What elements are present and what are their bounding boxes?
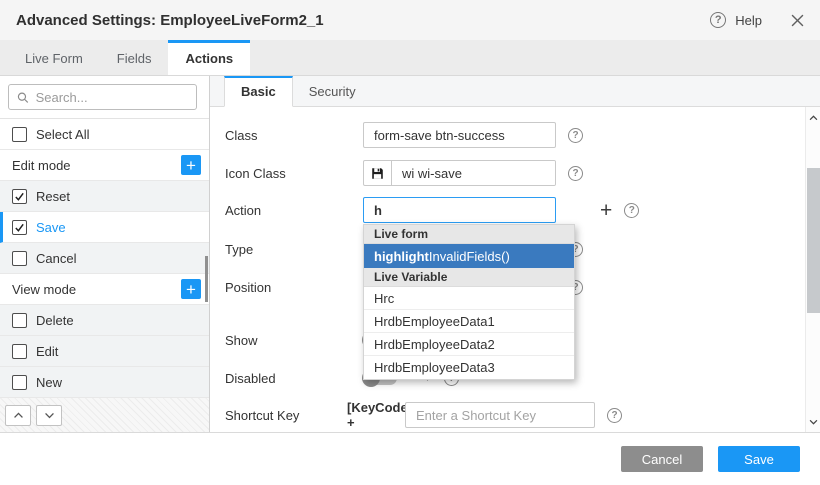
edit-mode-label: Edit mode xyxy=(12,158,71,173)
icon-class-help-icon[interactable] xyxy=(568,166,583,181)
sidebar-item-save[interactable]: Save xyxy=(0,212,209,243)
sidebar-item-cancel[interactable]: Cancel xyxy=(0,243,209,274)
basic-tab-content: Class Icon Class Action xyxy=(210,107,820,432)
class-label: Class xyxy=(225,128,363,143)
delete-checkbox[interactable] xyxy=(12,313,27,328)
action-help-icon[interactable] xyxy=(624,203,639,218)
sidebar-item-edit[interactable]: Edit xyxy=(0,336,209,367)
group-header-edit-mode: Edit mode xyxy=(0,150,209,181)
save-label: Save xyxy=(36,220,66,235)
add-view-action-button[interactable] xyxy=(181,279,201,299)
keycode-prefix: [KeyCode] + xyxy=(347,400,405,430)
edit-label: Edit xyxy=(36,344,58,359)
icon-class-group xyxy=(363,160,556,186)
view-mode-label: View mode xyxy=(12,282,76,297)
main-tabs: Live Form Fields Actions xyxy=(0,40,820,76)
scrollbar-thumb[interactable] xyxy=(807,168,820,313)
field-row-class: Class xyxy=(225,122,583,148)
dropdown-option-hrdbemployeedata1[interactable]: HrdbEmployeeData1 xyxy=(364,310,574,333)
help-icon[interactable] xyxy=(710,12,726,28)
sidebar-scrollbar-thumb[interactable] xyxy=(205,256,208,302)
tab-fields[interactable]: Fields xyxy=(100,40,169,75)
save-checkbox[interactable] xyxy=(12,220,27,235)
cancel-label: Cancel xyxy=(36,251,76,266)
reset-checkbox[interactable] xyxy=(12,189,27,204)
disabled-label: Disabled xyxy=(225,371,363,386)
dropdown-group-live-variable: Live Variable xyxy=(364,268,574,287)
move-down-button[interactable] xyxy=(36,405,62,426)
save-button[interactable]: Save xyxy=(718,446,800,472)
close-icon[interactable] xyxy=(791,14,804,27)
action-input[interactable] xyxy=(363,197,556,223)
panel-tabs: Basic Security xyxy=(210,76,820,107)
scroll-down-icon[interactable] xyxy=(806,414,820,429)
reset-label: Reset xyxy=(36,189,70,204)
search-input[interactable] xyxy=(36,90,188,105)
sidebar-item-new[interactable]: New xyxy=(0,367,209,398)
shortcut-key-label: Shortcut Key xyxy=(225,408,355,423)
actions-sidebar: Select All Edit mode Reset Save xyxy=(0,76,210,432)
dropdown-option-hrdbemployeedata3[interactable]: HrdbEmployeeData3 xyxy=(364,356,574,379)
scroll-up-icon[interactable] xyxy=(806,110,820,125)
select-all-label: Select All xyxy=(36,127,89,142)
group-header-view-mode: View mode xyxy=(0,274,209,305)
select-all-row[interactable]: Select All xyxy=(0,119,209,150)
move-up-button[interactable] xyxy=(5,405,31,426)
select-all-checkbox[interactable] xyxy=(12,127,27,142)
chevron-down-icon xyxy=(44,412,55,419)
dropdown-option-hrdbemployeedata2[interactable]: HrdbEmployeeData2 xyxy=(364,333,574,356)
field-row-icon-class: Icon Class xyxy=(225,160,583,186)
field-row-action: Action xyxy=(225,197,639,223)
icon-class-input[interactable] xyxy=(392,161,555,185)
class-input[interactable] xyxy=(363,122,556,148)
sidebar-reorder-bar xyxy=(0,398,209,432)
panel-scrollbar[interactable] xyxy=(805,107,820,432)
settings-panel: Basic Security Class Icon Class xyxy=(210,76,820,432)
sidebar-item-reset[interactable]: Reset xyxy=(0,181,209,212)
field-row-shortcut-key: Shortcut Key [KeyCode] + xyxy=(225,402,622,428)
chevron-up-icon xyxy=(13,412,24,419)
position-label: Position xyxy=(225,280,363,295)
shortcut-key-help-icon[interactable] xyxy=(607,408,622,423)
sidebar-item-delete[interactable]: Delete xyxy=(0,305,209,336)
dropdown-group-live-form: Live form xyxy=(364,225,574,244)
new-label: New xyxy=(36,375,62,390)
dialog-title: Advanced Settings: EmployeeLiveForm2_1 xyxy=(16,12,324,29)
cancel-button[interactable]: Cancel xyxy=(621,446,703,472)
action-autocomplete-dropdown: Live form highlightInvalidFields() Live … xyxy=(363,224,575,380)
add-action-icon[interactable] xyxy=(600,200,612,221)
add-edit-action-button[interactable] xyxy=(181,155,201,175)
cancel-checkbox[interactable] xyxy=(12,251,27,266)
class-help-icon[interactable] xyxy=(568,128,583,143)
type-label: Type xyxy=(225,242,363,257)
edit-checkbox[interactable] xyxy=(12,344,27,359)
dropdown-option-hrc[interactable]: Hrc xyxy=(364,287,574,310)
show-label: Show xyxy=(225,333,363,348)
icon-class-label: Icon Class xyxy=(225,166,363,181)
advanced-settings-dialog: Advanced Settings: EmployeeLiveForm2_1 H… xyxy=(0,0,820,485)
tab-security[interactable]: Security xyxy=(293,76,372,106)
search-icon xyxy=(17,91,29,104)
tab-basic[interactable]: Basic xyxy=(224,76,293,107)
search-box[interactable] xyxy=(8,84,197,110)
tab-live-form[interactable]: Live Form xyxy=(8,40,100,75)
dialog-header: Advanced Settings: EmployeeLiveForm2_1 H… xyxy=(0,0,820,40)
tab-actions[interactable]: Actions xyxy=(168,40,250,75)
floppy-disk-icon xyxy=(364,161,392,185)
shortcut-key-input[interactable] xyxy=(405,402,595,428)
dialog-footer: Cancel Save xyxy=(0,432,820,485)
action-label: Action xyxy=(225,203,363,218)
delete-label: Delete xyxy=(36,313,74,328)
new-checkbox[interactable] xyxy=(12,375,27,390)
dropdown-option-highlightinvalidfields[interactable]: highlightInvalidFields() xyxy=(364,244,574,268)
sidebar-search xyxy=(0,76,209,119)
help-link[interactable]: Help xyxy=(735,13,762,28)
